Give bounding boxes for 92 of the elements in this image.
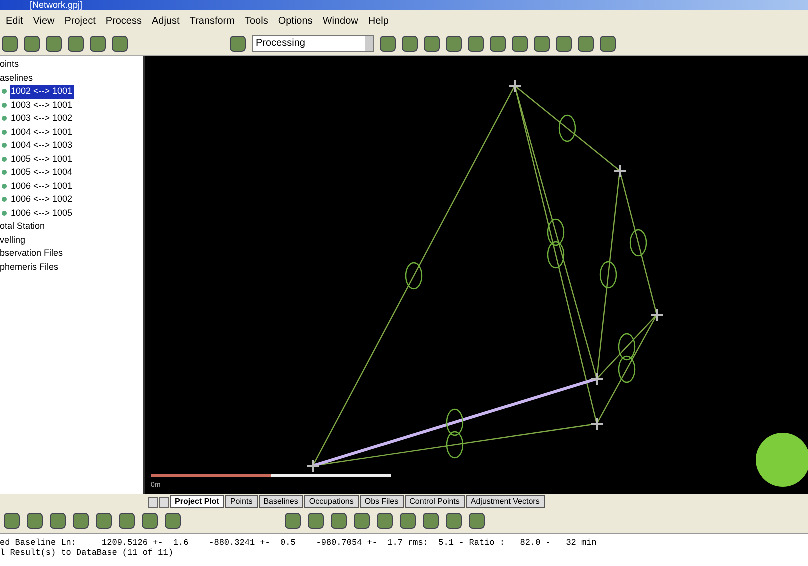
- toolbar-icon[interactable]: [377, 512, 393, 528]
- toolbar-icon[interactable]: [331, 512, 347, 528]
- tree-item[interactable]: oints: [0, 58, 143, 72]
- error-ellipse: [558, 114, 576, 142]
- error-ellipse: [600, 261, 618, 289]
- menu-item[interactable]: Process: [106, 14, 142, 28]
- toolbar-icon[interactable]: [285, 512, 301, 528]
- baseline-icon: [2, 170, 7, 176]
- toolbar-icon[interactable]: [119, 512, 135, 528]
- toolbar-icon[interactable]: [424, 36, 440, 52]
- tree-item[interactable]: 1004 <--> 1001: [10, 126, 74, 139]
- tree-item[interactable]: 1003 <--> 1002: [10, 112, 74, 126]
- toolbar-icon[interactable]: [469, 512, 485, 528]
- tab[interactable]: Baselines: [258, 495, 304, 508]
- error-ellipse: [446, 408, 464, 436]
- tab[interactable]: Obs Files: [360, 495, 404, 508]
- tree-item[interactable]: bservation Files: [0, 247, 143, 260]
- tree-item[interactable]: 1005 <--> 1001: [10, 152, 74, 166]
- tab[interactable]: Points: [225, 495, 258, 508]
- point-marker: [650, 308, 664, 322]
- baseline-icon: [2, 143, 7, 148]
- toolbar-icon[interactable]: [600, 36, 616, 52]
- toolbar-icon[interactable]: [165, 512, 181, 528]
- toolbar-icon[interactable]: [423, 512, 439, 528]
- tab[interactable]: Control Points: [404, 495, 465, 508]
- tree-item[interactable]: 1004 <--> 1003: [10, 139, 74, 152]
- menu-item[interactable]: Project: [64, 14, 96, 28]
- tree-item[interactable]: 1005 <--> 1004: [10, 166, 74, 180]
- toolbar-icon[interactable]: [142, 512, 158, 528]
- toolbar-icon[interactable]: [380, 36, 396, 52]
- tree-item[interactable]: 1006 <--> 1005: [10, 206, 74, 220]
- error-ellipse: [630, 229, 648, 257]
- error-ellipse: [618, 356, 636, 384]
- tree-item[interactable]: phemeris Files: [0, 260, 143, 274]
- baseline-icon: [2, 89, 7, 94]
- error-ellipse: [446, 431, 464, 459]
- baseline-icon: [2, 156, 7, 162]
- caret-icon: [365, 36, 373, 51]
- tree-item[interactable]: velling: [0, 234, 143, 247]
- menu-item[interactable]: Help: [368, 14, 389, 28]
- error-ellipse: [405, 262, 423, 290]
- error-ellipse: [547, 218, 565, 246]
- toolbar-icon[interactable]: [400, 512, 416, 528]
- toolbar-icon[interactable]: [96, 512, 112, 528]
- point-marker: [508, 79, 522, 93]
- tree-item[interactable]: 1003 <--> 1001: [10, 98, 74, 112]
- baseline-icon: [2, 210, 7, 216]
- toolbar-icon[interactable]: [512, 36, 528, 52]
- toolbar-icon[interactable]: [308, 512, 324, 528]
- menu-item[interactable]: Adjust: [152, 14, 180, 28]
- toolbar-icon[interactable]: [446, 36, 462, 52]
- baseline-icon: [2, 197, 7, 202]
- menu-item[interactable]: Options: [278, 14, 313, 28]
- menu-item[interactable]: Edit: [6, 14, 24, 28]
- tab[interactable]: Adjustment Vectors: [466, 495, 545, 508]
- tree-item[interactable]: 1006 <--> 1001: [10, 180, 74, 193]
- toolbar-icon[interactable]: [468, 36, 484, 52]
- baseline-icon: [2, 102, 7, 108]
- toolbar-icon[interactable]: [27, 512, 43, 528]
- tree-item[interactable]: otal Station: [0, 220, 143, 234]
- point-marker: [306, 459, 320, 473]
- scroll-left-icon[interactable]: [148, 497, 158, 508]
- menu-item[interactable]: Window: [322, 14, 358, 28]
- status-line: ed Baseline Ln: 1209.5126 +- 1.6 -880.3241 +- 0.5 -980.7054 +- 1.7 rms: 5.1 - Ratio : 82.0 - 32 min: [0, 538, 598, 548]
- tab[interactable]: Project Plot: [170, 495, 224, 508]
- menu-item[interactable]: Tools: [244, 14, 268, 28]
- toolbar-icon[interactable]: [354, 512, 370, 528]
- error-ellipse: [547, 241, 565, 269]
- menu-item[interactable]: Transform: [190, 14, 235, 28]
- status-line: l Result(s) to DataBase (11 of 11): [0, 548, 174, 558]
- scroll-right-icon[interactable]: [159, 497, 169, 508]
- baseline-icon: [2, 130, 7, 135]
- toolbar-icon[interactable]: [50, 512, 66, 528]
- toolbar-icon[interactable]: [490, 36, 506, 52]
- baseline-icon: [2, 184, 7, 189]
- mode-select[interactable]: Processing: [252, 35, 374, 52]
- title-bar: [Network.gpj]: [0, 0, 808, 10]
- tab[interactable]: Occupations: [304, 495, 359, 508]
- error-ellipse: [618, 333, 636, 361]
- toolbar-icon[interactable]: [534, 36, 550, 52]
- tree-item[interactable]: 1002 <--> 1001: [10, 85, 74, 98]
- toolbar-icon[interactable]: [73, 512, 89, 528]
- toolbar-icon[interactable]: [446, 512, 462, 528]
- menu-item[interactable]: View: [33, 14, 55, 28]
- tree-item[interactable]: 1006 <--> 1002: [10, 193, 74, 206]
- baseline-icon: [2, 116, 7, 122]
- toolbar-icon[interactable]: [4, 512, 20, 528]
- toolbar-icon[interactable]: [402, 36, 418, 52]
- point-marker: [590, 417, 604, 431]
- tree-item[interactable]: aselines: [0, 72, 143, 85]
- point-marker: [590, 372, 604, 386]
- point-marker: [613, 164, 627, 178]
